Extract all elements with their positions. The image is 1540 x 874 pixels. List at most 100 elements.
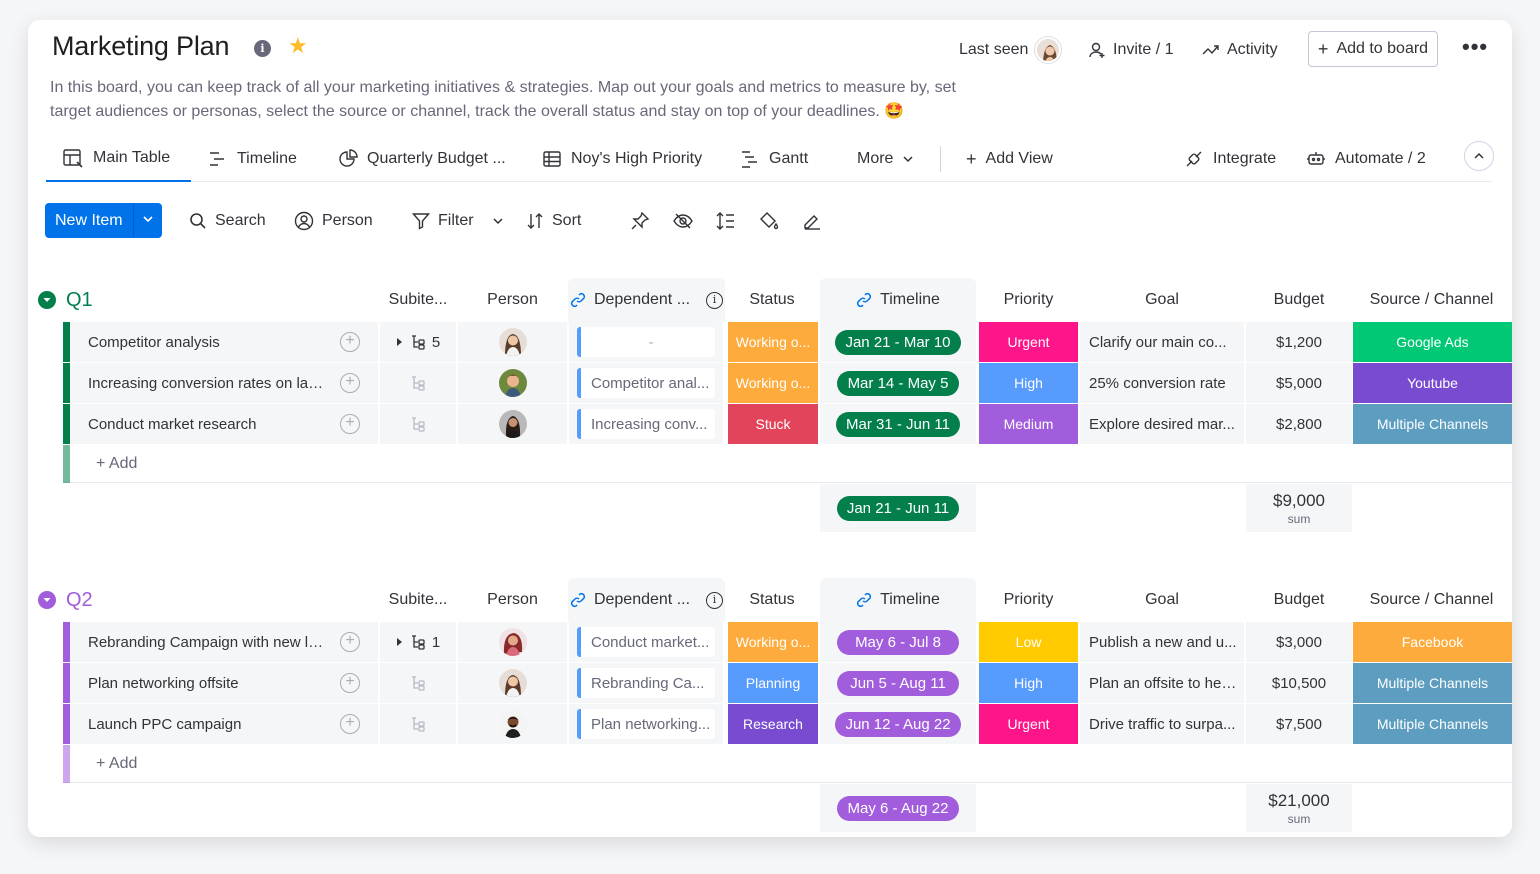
column-header-dependent[interactable]: Dependent ... i (568, 578, 725, 622)
dependency-chip[interactable]: Rebranding Ca... (577, 668, 715, 698)
chevron-down-icon[interactable] (492, 215, 504, 227)
timeline-pill[interactable]: Mar 14 - May 5 (837, 370, 959, 396)
add-item-row[interactable]: + Add (63, 745, 1512, 783)
board-title[interactable]: Marketing Plan (52, 31, 229, 62)
item-name-cell[interactable]: Conduct market research + (70, 404, 378, 444)
subitems-cell[interactable] (380, 663, 456, 703)
source-cell[interactable]: Multiple Channels (1353, 663, 1512, 703)
column-header-subitems[interactable]: Subite... (380, 578, 456, 622)
budget-cell[interactable]: $5,000 (1246, 363, 1352, 403)
timeline-cell[interactable]: Jan 21 - Mar 10 (820, 322, 976, 362)
person-cell[interactable] (458, 322, 567, 362)
status-cell[interactable]: Working o... (728, 322, 818, 362)
hide-icon[interactable] (673, 203, 693, 238)
integrate-button[interactable]: Integrate (1184, 136, 1276, 182)
group-header-q1[interactable]: Q1 (38, 288, 93, 312)
dependent-cell[interactable]: Plan networking... (569, 704, 723, 744)
dependent-cell[interactable]: Conduct market... (569, 622, 723, 662)
source-cell[interactable]: Google Ads (1353, 322, 1512, 362)
dependency-chip[interactable]: Increasing conv... (577, 409, 715, 439)
tab-high-priority[interactable]: Noy's High Priority (542, 136, 702, 182)
info-icon[interactable]: i (254, 40, 271, 57)
subitems-cell[interactable] (380, 363, 456, 403)
budget-cell[interactable]: $2,800 (1246, 404, 1352, 444)
priority-cell[interactable]: Urgent (979, 704, 1078, 744)
status-cell[interactable]: Research (728, 704, 818, 744)
group-header-q2[interactable]: Q2 (38, 588, 93, 612)
add-update-icon[interactable]: + (340, 714, 360, 734)
timeline-cell[interactable]: Mar 31 - Jun 11 (820, 404, 976, 444)
priority-cell[interactable]: Low (979, 622, 1078, 662)
timeline-pill[interactable]: Mar 31 - Jun 11 (836, 411, 960, 437)
dependency-chip[interactable]: Plan networking... (577, 709, 715, 739)
item-name[interactable]: Conduct market research (88, 416, 326, 433)
add-update-icon[interactable]: + (340, 673, 360, 693)
budget-cell[interactable]: $3,000 (1246, 622, 1352, 662)
source-cell[interactable]: Facebook (1353, 622, 1512, 662)
add-update-icon[interactable]: + (340, 373, 360, 393)
column-header-budget[interactable]: Budget (1246, 278, 1352, 322)
table-row[interactable]: Launch PPC campaign + Plan networking...… (63, 704, 1512, 744)
table-row[interactable]: Rebranding Campaign with new lo... + 1 C… (63, 622, 1512, 662)
tab-main-table[interactable]: Main Table (46, 136, 191, 182)
group-title[interactable]: Q2 (66, 589, 93, 612)
priority-cell[interactable]: Urgent (979, 322, 1078, 362)
person-cell[interactable] (458, 622, 567, 662)
person-cell[interactable] (458, 704, 567, 744)
timeline-pill[interactable]: Jun 12 - Aug 22 (835, 711, 961, 737)
avatar[interactable] (498, 669, 527, 697)
collapse-group-icon[interactable] (38, 591, 56, 609)
activity-button[interactable]: Activity (1202, 39, 1278, 61)
info-icon[interactable]: i (706, 291, 724, 309)
goal-cell[interactable]: 25% conversion rate (1080, 363, 1244, 403)
budget-summary[interactable]: $9,000 sum (1246, 484, 1352, 532)
subitems-icon[interactable] (410, 375, 426, 391)
column-header-budget[interactable]: Budget (1246, 578, 1352, 622)
table-row[interactable]: Competitor analysis + 5 - Working o... J… (63, 322, 1512, 362)
subitems-icon[interactable] (410, 416, 426, 432)
expand-caret-icon[interactable] (396, 337, 404, 347)
tab-gantt[interactable]: Gantt (740, 136, 808, 182)
avatar[interactable] (498, 628, 527, 656)
edit-icon[interactable] (802, 203, 822, 238)
expand-caret-icon[interactable] (396, 637, 404, 647)
timeline-cell[interactable]: Jun 5 - Aug 11 (820, 663, 976, 703)
item-name[interactable]: Competitor analysis (88, 334, 326, 351)
sort-button[interactable]: Sort (526, 203, 581, 238)
subitems-cell[interactable] (380, 704, 456, 744)
timeline-cell[interactable]: May 6 - Jul 8 (820, 622, 976, 662)
source-cell[interactable]: Multiple Channels (1353, 404, 1512, 444)
new-item-button[interactable]: New Item (45, 203, 162, 238)
invite-button[interactable]: Invite / 1 (1088, 39, 1173, 61)
person-cell[interactable] (458, 404, 567, 444)
source-cell[interactable]: Youtube (1353, 363, 1512, 403)
priority-cell[interactable]: Medium (979, 404, 1078, 444)
board-description[interactable]: In this board, you can keep track of all… (50, 76, 980, 124)
add-update-icon[interactable]: + (340, 632, 360, 652)
goal-cell[interactable]: Plan an offsite to hel... (1080, 663, 1244, 703)
search-button[interactable]: Search (189, 203, 266, 238)
goal-cell[interactable]: Drive traffic to surpa... (1080, 704, 1244, 744)
dependent-cell[interactable]: Increasing conv... (569, 404, 723, 444)
subitems-cell[interactable]: 1 (380, 622, 456, 662)
source-cell[interactable]: Multiple Channels (1353, 704, 1512, 744)
status-cell[interactable]: Working o... (728, 622, 818, 662)
timeline-pill[interactable]: Jan 21 - Mar 10 (835, 329, 961, 355)
status-cell[interactable]: Stuck (728, 404, 818, 444)
add-to-board-button[interactable]: + Add to board (1308, 31, 1438, 67)
goal-cell[interactable]: Publish a new and u... (1080, 622, 1244, 662)
color-fill-icon[interactable] (759, 203, 779, 238)
collapse-header-button[interactable] (1464, 141, 1494, 171)
item-name-cell[interactable]: Launch PPC campaign + (70, 704, 378, 744)
add-item-row[interactable]: + Add (63, 445, 1512, 483)
last-seen[interactable]: Last seen (959, 37, 1062, 63)
filter-button[interactable]: Filter (412, 203, 504, 238)
item-name-cell[interactable]: Rebranding Campaign with new lo... + (70, 622, 378, 662)
more-options-icon[interactable]: ••• (1462, 34, 1488, 60)
column-header-status[interactable]: Status (727, 578, 817, 622)
item-name[interactable]: Rebranding Campaign with new lo... (88, 634, 326, 651)
column-header-source[interactable]: Source / Channel (1353, 578, 1510, 622)
dependency-chip[interactable]: - (577, 327, 715, 357)
goal-cell[interactable]: Clarify our main co... (1080, 322, 1244, 362)
column-header-priority[interactable]: Priority (979, 278, 1078, 322)
